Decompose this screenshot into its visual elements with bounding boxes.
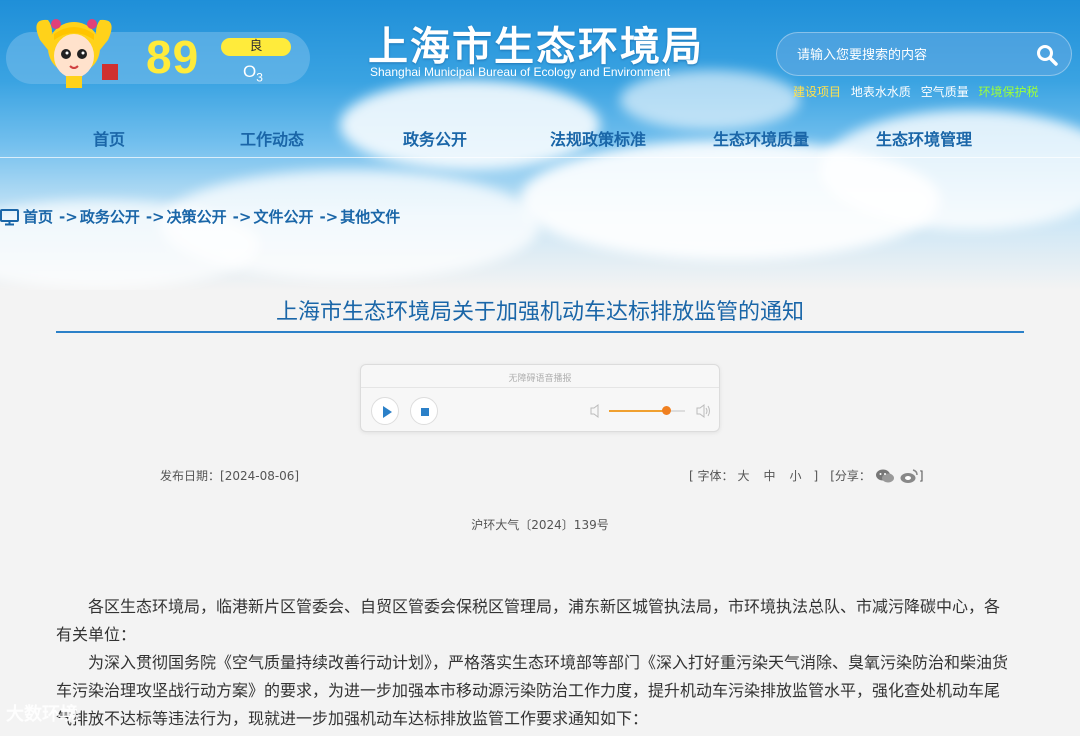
volume-slider-fill [609, 410, 666, 412]
share-label: [分享： [830, 469, 871, 483]
volume-low-icon[interactable] [589, 403, 603, 419]
article-title: 上海市生态环境局关于加强机动车达标排放监管的通知 [275, 300, 804, 325]
font-size-small[interactable]: 小 [790, 467, 802, 484]
quick-link-air-quality[interactable]: 空气质量 [921, 85, 969, 99]
nav-item-work-news[interactable]: 工作动态 [240, 126, 304, 150]
search-input[interactable] [797, 45, 1017, 65]
article-tools: [ 字体： 大 中 小 ] [分享： ] [689, 467, 924, 484]
main-nav: 首页 工作动态 政务公开 法规政策标准 生态环境质量 生态环境管理 [0, 126, 1080, 158]
quick-link-surface-water[interactable]: 地表水水质 [851, 85, 911, 99]
breadcrumb: 首页 -> 政务公开 -> 决策公开 -> 文件公开 -> 其他文件 [0, 206, 400, 227]
stop-button[interactable] [410, 397, 438, 425]
article-body: 各区生态环境局，临港新片区管委会、自贸区管委会保税区管理局，浦东新区城管执法局，… [56, 593, 1014, 733]
nav-item-env-management[interactable]: 生态环境管理 [876, 126, 972, 150]
article-paragraph: 为深入贯彻国务院《空气质量持续改善行动计划》，严格落实生态环境部等部门《深入打好… [56, 653, 1009, 728]
breadcrumb-separator: -> [145, 207, 165, 226]
search-icon[interactable] [1035, 43, 1059, 67]
font-size-close: ] [813, 468, 819, 483]
nav-item-regulations[interactable]: 法规政策标准 [550, 126, 646, 150]
play-icon [383, 406, 392, 418]
aqi-pollutant-subscript: 3 [256, 70, 263, 85]
breadcrumb-separator: -> [59, 207, 78, 226]
font-size-large[interactable]: 大 [738, 467, 750, 484]
aqi-pollutant-symbol: O [243, 62, 257, 81]
mascot-icon [36, 19, 118, 88]
stop-icon [421, 408, 429, 416]
breadcrumb-separator: -> [232, 207, 252, 226]
search-box [776, 32, 1072, 76]
article-paragraph: 各区生态环境局，临港新片区管委会、自贸区管委会保税区管理局，浦东新区城管执法局，… [56, 597, 1001, 644]
aqi-pollutant: O3 [243, 62, 263, 84]
player-label: 无障碍语音播报 [508, 374, 572, 384]
breadcrumb-separator: -> [319, 207, 339, 226]
aqi-value: 89 [146, 31, 200, 83]
font-size-medium[interactable]: 中 [764, 467, 776, 484]
nav-item-gov-affairs[interactable]: 政务公开 [403, 126, 467, 150]
play-button[interactable] [371, 397, 399, 425]
nav-divider [0, 157, 1080, 158]
publish-date-value: [2024-08-06] [220, 469, 300, 483]
breadcrumb-home[interactable]: 首页 [23, 206, 53, 227]
nav-item-home[interactable]: 首页 [93, 126, 125, 150]
aqi-level-badge: 良 [221, 38, 291, 56]
breadcrumb-other-documents[interactable]: 其他文件 [340, 206, 400, 227]
breadcrumb-gov-affairs[interactable]: 政务公开 [80, 206, 140, 227]
wechat-icon[interactable] [875, 468, 895, 484]
breadcrumb-decision-disclosure[interactable]: 决策公开 [167, 206, 227, 227]
title-underline [56, 331, 1024, 333]
site-logo-subtitle: Shanghai Municipal Bureau of Ecology and… [370, 65, 671, 79]
volume-high-icon[interactable] [695, 403, 713, 419]
weibo-icon[interactable] [899, 468, 919, 484]
player-divider [361, 387, 719, 388]
breadcrumb-document-disclosure[interactable]: 文件公开 [253, 206, 313, 227]
quick-link-construction[interactable]: 建设项目 [793, 85, 841, 99]
volume-slider-knob[interactable] [662, 406, 671, 415]
quick-links: 建设项目 地表水水质 空气质量 环境保护税 [793, 83, 1045, 100]
audio-player: 无障碍语音播报 [360, 364, 720, 432]
document-number: 沪环大气〔2024〕139号 [471, 518, 609, 532]
watermark-logo: 大数环境 [6, 704, 78, 725]
monitor-icon [0, 208, 19, 225]
publish-date-label: 发布日期： [160, 469, 221, 483]
nav-item-env-quality[interactable]: 生态环境质量 [713, 126, 809, 150]
quick-link-env-tax[interactable]: 环境保护税 [979, 85, 1039, 99]
site-logo-title[interactable]: 上海市生态环境局 [368, 14, 704, 72]
share-close: ] [918, 468, 924, 483]
font-size-label: [ 字体： [689, 469, 734, 483]
publish-date: 发布日期：[2024-08-06] [160, 467, 299, 484]
